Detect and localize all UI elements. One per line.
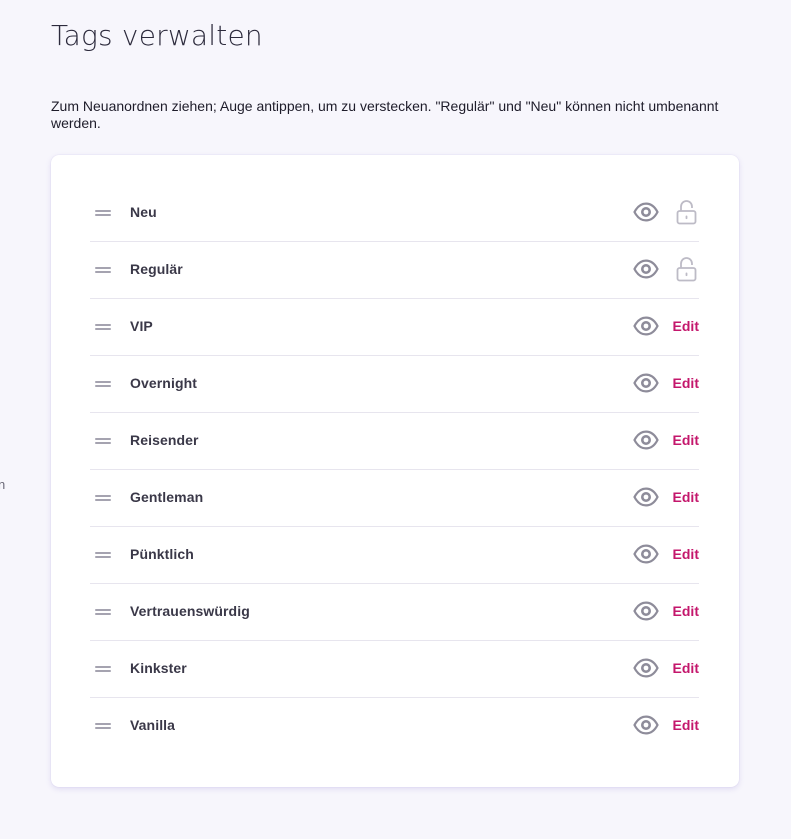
- tag-name: Vertrauenswürdig: [130, 603, 250, 619]
- eye-icon[interactable]: [633, 202, 659, 222]
- tag-row[interactable]: Kinkster Edit: [90, 641, 699, 698]
- edit-link[interactable]: Edit: [673, 546, 699, 562]
- lock-icon: [676, 199, 697, 225]
- drag-handle-icon[interactable]: [95, 552, 111, 558]
- drag-handle-icon[interactable]: [95, 324, 111, 330]
- edit-link[interactable]: Edit: [673, 603, 699, 619]
- drag-handle-icon[interactable]: [95, 381, 111, 387]
- tag-row[interactable]: Vertrauenswürdig Edit: [90, 584, 699, 641]
- tag-row[interactable]: Overnight Edit: [90, 356, 699, 413]
- tag-name: Pünktlich: [130, 546, 194, 562]
- tag-row[interactable]: Reisender Edit: [90, 413, 699, 470]
- edit-link[interactable]: Edit: [673, 318, 699, 334]
- lock-icon: [676, 256, 697, 282]
- tags-card: Neu Regulär VIP Edit Overnight Edit Reis…: [51, 155, 739, 787]
- eye-icon[interactable]: [633, 658, 659, 678]
- drag-handle-icon[interactable]: [95, 495, 111, 501]
- eye-icon[interactable]: [633, 430, 659, 450]
- tag-row[interactable]: Neu: [90, 185, 699, 242]
- tag-name: Neu: [130, 204, 157, 220]
- eye-icon[interactable]: [633, 487, 659, 507]
- tag-name: Overnight: [130, 375, 198, 391]
- drag-handle-icon[interactable]: [95, 438, 111, 444]
- tag-row[interactable]: Pünktlich Edit: [90, 527, 699, 584]
- eye-icon[interactable]: [633, 259, 659, 279]
- tag-list: Neu Regulär VIP Edit Overnight Edit Reis…: [90, 185, 699, 754]
- tag-name: Gentleman: [130, 489, 204, 505]
- edit-link[interactable]: Edit: [673, 375, 699, 391]
- eye-icon[interactable]: [633, 715, 659, 735]
- instructions-text: Zum Neuanordnen ziehen; Auge antippen, u…: [51, 98, 719, 131]
- eye-icon[interactable]: [633, 316, 659, 336]
- tag-row[interactable]: Vanilla Edit: [90, 698, 699, 754]
- tag-row[interactable]: Regulär: [90, 242, 699, 299]
- eye-icon[interactable]: [633, 601, 659, 621]
- edit-link[interactable]: Edit: [673, 717, 699, 733]
- page-title: Tags verwalten: [51, 19, 263, 52]
- tag-name: Reisender: [130, 432, 199, 448]
- edit-link[interactable]: Edit: [673, 660, 699, 676]
- drag-handle-icon[interactable]: [95, 609, 111, 615]
- tag-name: Kinkster: [130, 660, 187, 676]
- drag-handle-icon[interactable]: [95, 210, 111, 216]
- tag-row[interactable]: VIP Edit: [90, 299, 699, 356]
- tag-name: Vanilla: [130, 717, 176, 733]
- eye-icon[interactable]: [633, 373, 659, 393]
- offscreen-text-fragment: n: [0, 477, 6, 492]
- edit-link[interactable]: Edit: [673, 489, 699, 505]
- tag-name: VIP: [130, 318, 153, 334]
- edit-link[interactable]: Edit: [673, 432, 699, 448]
- drag-handle-icon[interactable]: [95, 267, 111, 273]
- drag-handle-icon[interactable]: [95, 666, 111, 672]
- eye-icon[interactable]: [633, 544, 659, 564]
- tag-name: Regulär: [130, 261, 183, 277]
- tag-row[interactable]: Gentleman Edit: [90, 470, 699, 527]
- drag-handle-icon[interactable]: [95, 723, 111, 729]
